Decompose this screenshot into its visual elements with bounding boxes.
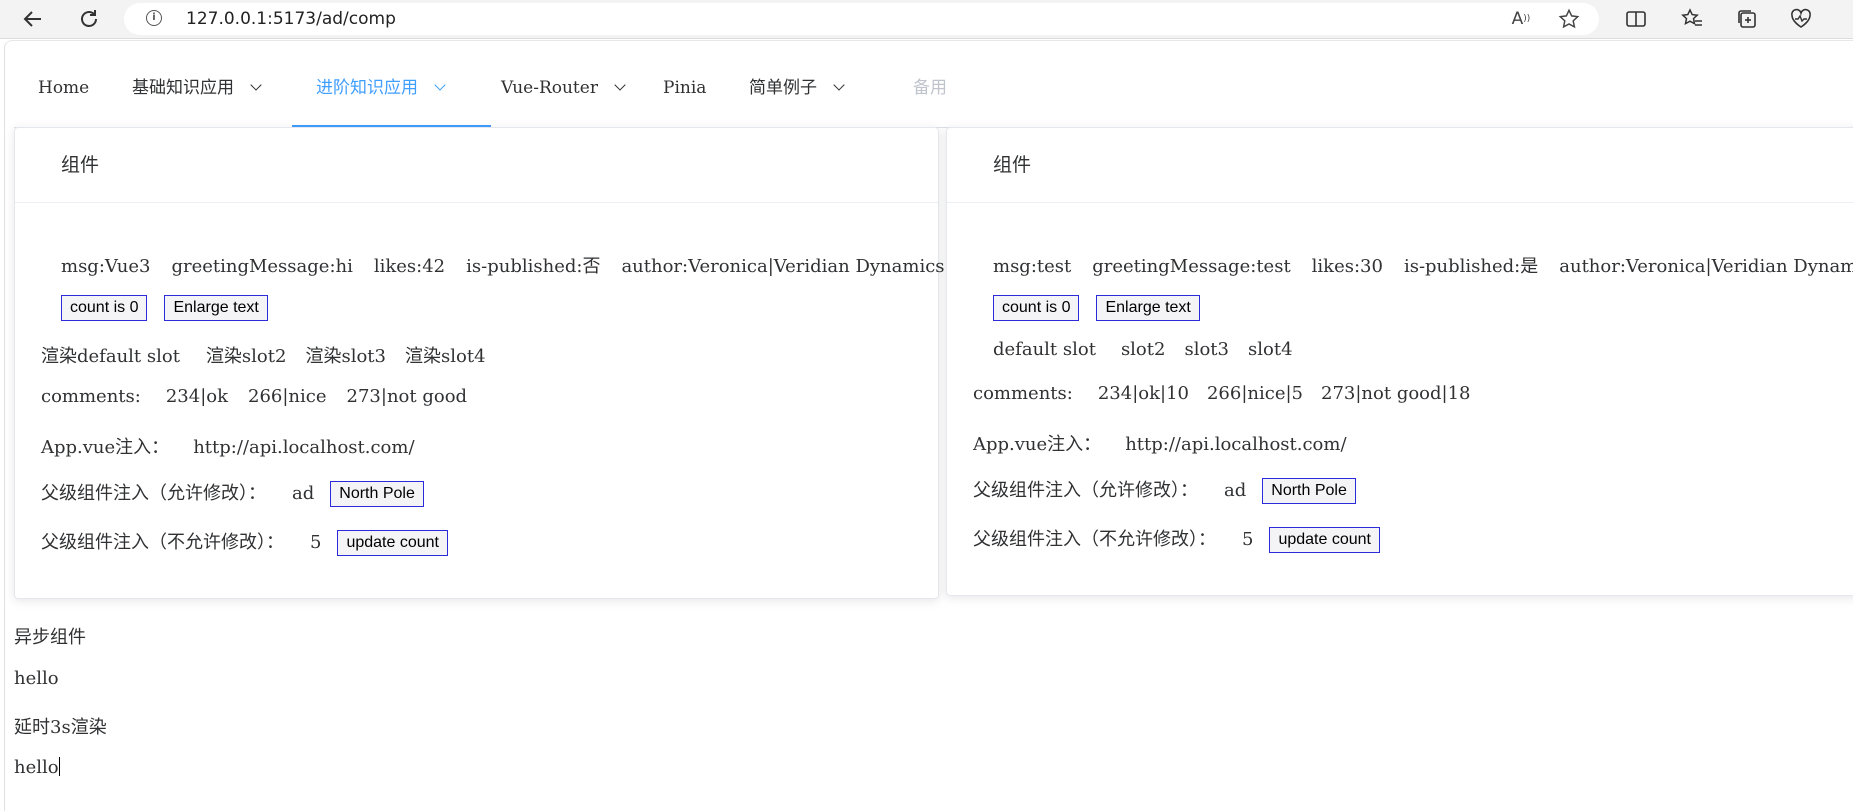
back-icon[interactable] <box>18 4 48 34</box>
delayed-hello-text: hello <box>14 757 60 778</box>
parent-inject-row: 父级组件注入（允许修改）： ad North Pole <box>41 479 424 507</box>
slot-default: 渲染default slot <box>41 346 180 367</box>
slot-4: slot4 <box>1248 339 1293 360</box>
props-row: msg:test greetingMessage:test likes:30 is-p… <box>993 252 1853 278</box>
split-screen-icon[interactable] <box>1622 5 1650 33</box>
readonly-inject-row: 父级组件注入（不允许修改）： 5 update count <box>973 525 1380 553</box>
favorites-icon[interactable] <box>1678 5 1706 33</box>
readonly-inject-value: 5 <box>1242 529 1254 550</box>
chevron-down-icon <box>250 79 262 91</box>
comments-row: comments: 234|ok|10 266|nice|5 273|not good… <box>973 383 1471 404</box>
prop-msg: msg:Vue3 <box>61 256 151 277</box>
app-inject-label: App.vue注入： <box>973 434 1102 455</box>
prop-author: author:Veronica|Veridian Dynamics <box>1559 256 1853 277</box>
readonly-inject-value: 5 <box>310 532 322 553</box>
component-card-left: 组件 msg:Vue3 greetingMessage:hi likes:42 is-… <box>14 127 945 599</box>
url-text: 127.0.0.1:5173/ad/comp <box>186 9 396 29</box>
menu-item-home[interactable]: Home <box>14 62 113 127</box>
north-pole-button[interactable]: North Pole <box>330 481 424 507</box>
parent-inject-value: ad <box>1224 480 1247 501</box>
update-count-button[interactable]: update count <box>1269 527 1380 553</box>
parent-inject-label: 父级组件注入（允许修改）： <box>973 480 1198 501</box>
enlarge-text-button[interactable]: Enlarge text <box>1096 295 1200 321</box>
slot-3: slot3 <box>1184 339 1229 360</box>
slots-row: default slot slot2 slot3 slot4 <box>993 339 1293 360</box>
refresh-icon[interactable] <box>74 4 104 34</box>
comment-item: 266|nice|5 <box>1206 383 1304 404</box>
card-header: 组件 <box>15 128 938 203</box>
readonly-inject-label: 父级组件注入（不允许修改）： <box>41 532 284 553</box>
read-aloud-icon[interactable]: A)) <box>1509 7 1533 31</box>
button-row: count is 0 Enlarge text <box>993 295 1200 321</box>
comments-label: comments: <box>41 386 141 407</box>
prop-likes: likes:42 <box>373 256 446 277</box>
app-inject-row: App.vue注入： http://api.localhost.com/ <box>973 430 1347 456</box>
chevron-down-icon <box>614 79 626 91</box>
main-menu: Home 基础知识应用 进阶知识应用 Vue-Router Pinia 简单例子… <box>14 62 1853 128</box>
component-card-right: 组件 msg:test greetingMessage:test likes:30 i… <box>946 127 1853 596</box>
browser-toolbar: i 127.0.0.1:5173/ad/comp A)) <box>0 0 1853 39</box>
parent-inject-row: 父级组件注入（允许修改）： ad North Pole <box>973 476 1356 504</box>
slot-4: 渲染slot4 <box>405 346 486 367</box>
readonly-inject-row: 父级组件注入（不允许修改）： 5 update count <box>41 528 448 556</box>
slot-default: default slot <box>993 339 1096 360</box>
comment-item: 234|ok <box>165 386 229 407</box>
collections-icon[interactable] <box>1733 5 1761 33</box>
info-icon[interactable]: i <box>146 10 162 26</box>
comments-row: comments: 234|ok 266|nice 273|not good <box>41 386 467 407</box>
menu-item-vue-router[interactable]: Vue-Router <box>477 62 648 127</box>
comment-item: 273|not good|18 <box>1321 383 1471 404</box>
card-header: 组件 <box>947 128 1853 203</box>
parent-inject-value: ad <box>292 483 315 504</box>
app-inject-value: http://api.localhost.com/ <box>193 437 415 458</box>
menu-item-basic[interactable]: 基础知识应用 <box>108 62 284 127</box>
prop-published: is-published:否 <box>466 256 601 277</box>
menu-item-examples[interactable]: 简单例子 <box>725 62 867 127</box>
menu-item-reserved: 备用 <box>913 78 947 98</box>
button-row: count is 0 Enlarge text <box>61 295 268 321</box>
prop-likes: likes:30 <box>1311 256 1383 277</box>
async-component-title: 异步组件 <box>14 627 86 648</box>
health-icon[interactable] <box>1787 5 1815 33</box>
comment-item: 234|ok|10 <box>1097 383 1189 404</box>
menu-item-pinia[interactable]: Pinia <box>639 62 730 127</box>
prop-author: author:Veronica|Veridian Dynamics <box>621 256 945 277</box>
comment-item: 273|not good <box>346 386 468 407</box>
north-pole-button[interactable]: North Pole <box>1262 478 1356 504</box>
chevron-down-icon <box>833 79 845 91</box>
enlarge-text-button[interactable]: Enlarge text <box>164 295 268 321</box>
slot-2: 渲染slot2 <box>205 346 287 367</box>
app-inject-value: http://api.localhost.com/ <box>1125 434 1347 455</box>
favorite-star-icon[interactable] <box>1557 7 1581 31</box>
count-button[interactable]: count is 0 <box>61 295 148 321</box>
slot-2: slot2 <box>1120 339 1166 360</box>
slot-3: 渲染slot3 <box>305 346 386 367</box>
readonly-inject-label: 父级组件注入（不允许修改）： <box>973 529 1216 550</box>
comments-label: comments: <box>973 383 1073 404</box>
props-row: msg:Vue3 greetingMessage:hi likes:42 is-pub… <box>61 252 945 278</box>
prop-greeting: greetingMessage:test <box>1092 256 1291 277</box>
update-count-button[interactable]: update count <box>337 530 448 556</box>
prop-published: is-published:是 <box>1403 256 1539 277</box>
chevron-down-icon <box>434 79 446 91</box>
prop-msg: msg:test <box>993 256 1072 277</box>
parent-inject-label: 父级组件注入（允许修改）： <box>41 483 266 504</box>
menu-item-advanced[interactable]: 进阶知识应用 <box>292 62 491 127</box>
text-cursor <box>58 757 60 776</box>
address-bar[interactable]: i 127.0.0.1:5173/ad/comp A)) <box>124 3 1599 35</box>
app-inject-label: App.vue注入： <box>41 437 170 458</box>
async-hello-text: hello <box>14 668 59 689</box>
slots-row: 渲染default slot 渲染slot2 渲染slot3 渲染slot4 <box>41 342 486 368</box>
prop-greeting: greetingMessage:hi <box>171 256 353 277</box>
app-inject-row: App.vue注入： http://api.localhost.com/ <box>41 433 415 459</box>
count-button[interactable]: count is 0 <box>993 295 1080 321</box>
comment-item: 266|nice <box>248 386 327 407</box>
delayed-render-title: 延时3s渲染 <box>14 717 107 738</box>
